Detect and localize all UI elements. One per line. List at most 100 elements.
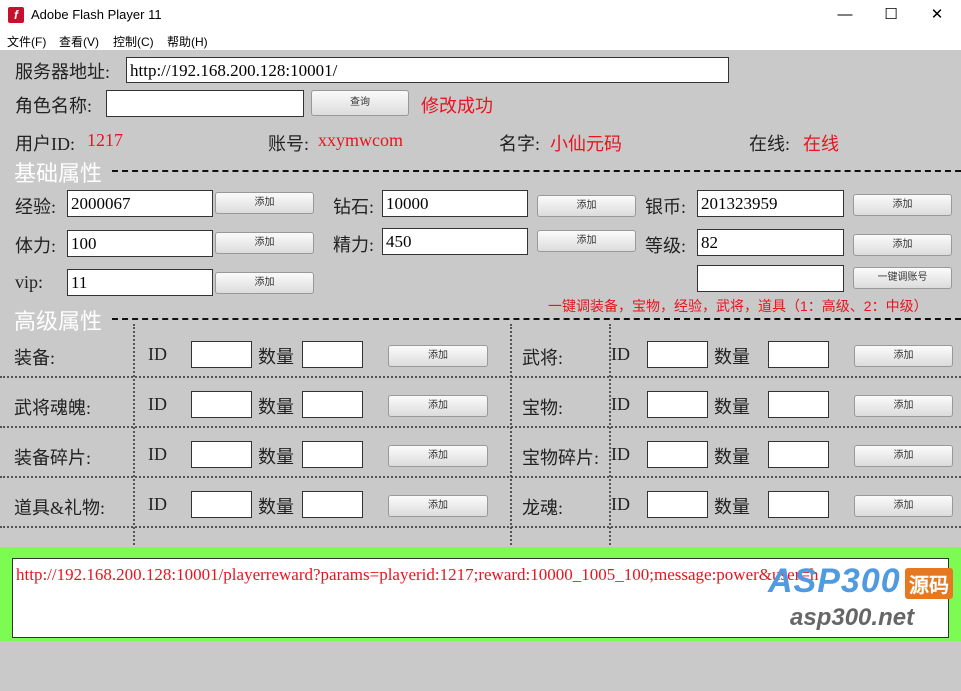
exp-label: 经验:: [15, 197, 57, 217]
menu-bar: 文件(F) 查看(V) 控制(C) 帮助(H): [0, 30, 961, 50]
vip-add-button[interactable]: 添加: [215, 272, 314, 294]
silver-input[interactable]: 201323959: [697, 190, 844, 217]
equipment-fragment-qty-input[interactable]: [302, 441, 363, 468]
exp-add-button[interactable]: 添加: [215, 192, 314, 214]
silver-label: 银币:: [645, 197, 687, 217]
treasure-qty-input[interactable]: [768, 391, 829, 418]
item-gift-id-input[interactable]: [191, 491, 252, 518]
general-add-button[interactable]: 添加: [854, 345, 953, 367]
quantity-label: 数量: [714, 347, 750, 367]
general-label: 武将:: [522, 348, 564, 368]
watermark-logo: ASP300: [768, 562, 901, 600]
menu-view[interactable]: 查看(V): [59, 33, 99, 50]
basic-section-divider: [112, 170, 961, 172]
item-gift-add-button[interactable]: 添加: [388, 495, 488, 517]
user-id-value: 1217: [87, 130, 123, 150]
energy-add-button[interactable]: 添加: [537, 230, 636, 252]
treasure-fragment-label: 宝物碎片:: [522, 448, 600, 468]
id-label: ID: [611, 494, 630, 514]
menu-help[interactable]: 帮助(H): [167, 33, 208, 50]
exp-input[interactable]: 2000067: [67, 190, 213, 217]
server-label: 服务器地址:: [15, 62, 111, 82]
diamond-label: 钻石:: [333, 197, 375, 217]
silver-add-button[interactable]: 添加: [853, 194, 952, 216]
query-button[interactable]: 查询: [311, 90, 409, 116]
flash-icon: f: [8, 7, 24, 23]
level-input[interactable]: 82: [697, 229, 844, 256]
general-soul-qty-input[interactable]: [302, 391, 363, 418]
role-name-label: 角色名称:: [15, 96, 93, 116]
diamond-add-button[interactable]: 添加: [537, 195, 636, 217]
equipment-fragment-id-input[interactable]: [191, 441, 252, 468]
general-id-input[interactable]: [647, 341, 708, 368]
energy-input[interactable]: 450: [382, 228, 528, 255]
energy-label: 精力:: [333, 235, 375, 255]
window-title: Adobe Flash Player 11: [31, 7, 162, 22]
general-soul-label: 武将魂魄:: [14, 398, 92, 418]
link-address-title: 链接地址: [14, 583, 103, 608]
grid-line: [133, 324, 135, 580]
quantity-label: 数量: [714, 447, 750, 467]
stamina-input[interactable]: 100: [67, 230, 213, 257]
equipment-add-button[interactable]: 添加: [388, 345, 488, 367]
online-value: 在线: [803, 134, 839, 154]
quantity-label: 数量: [714, 397, 750, 417]
equipment-qty-input[interactable]: [302, 341, 363, 368]
quantity-label: 数量: [258, 447, 294, 467]
watermark-url: asp300.net: [790, 604, 915, 631]
vip-input[interactable]: 11: [67, 269, 213, 296]
stamina-add-button[interactable]: 添加: [215, 232, 314, 254]
treasure-add-button[interactable]: 添加: [854, 395, 953, 417]
id-label: ID: [611, 444, 630, 464]
minimize-icon[interactable]: —: [822, 0, 868, 30]
role-name-input[interactable]: [106, 90, 304, 117]
online-label: 在线:: [749, 134, 791, 154]
equipment-fragment-label: 装备碎片:: [14, 448, 92, 468]
one-click-account-button[interactable]: 一键调账号: [853, 267, 952, 289]
menu-file[interactable]: 文件(F): [7, 33, 46, 50]
level-add-button[interactable]: 添加: [853, 234, 952, 256]
id-label: ID: [611, 344, 630, 364]
dragon-soul-id-input[interactable]: [647, 491, 708, 518]
menu-control[interactable]: 控制(C): [113, 33, 154, 50]
general-qty-input[interactable]: [768, 341, 829, 368]
dragon-soul-add-button[interactable]: 添加: [854, 495, 953, 517]
treasure-fragment-add-button[interactable]: 添加: [854, 445, 953, 467]
quantity-label: 数量: [714, 497, 750, 517]
grid-line: [510, 324, 512, 580]
grid-line: [0, 376, 961, 378]
equipment-label: 装备:: [14, 348, 56, 368]
advanced-attributes-title: 高级属性: [14, 309, 103, 334]
equipment-id-input[interactable]: [191, 341, 252, 368]
treasure-fragment-id-input[interactable]: [647, 441, 708, 468]
dragon-soul-label: 龙魂:: [522, 498, 564, 518]
one-click-input[interactable]: [697, 265, 844, 292]
id-label: ID: [148, 444, 167, 464]
general-soul-id-input[interactable]: [191, 391, 252, 418]
server-address-input[interactable]: http://192.168.200.128:10001/: [126, 57, 729, 83]
close-icon[interactable]: ✕: [914, 0, 960, 30]
grid-line: [0, 476, 961, 478]
treasure-label: 宝物:: [522, 398, 564, 418]
treasure-id-input[interactable]: [647, 391, 708, 418]
diamond-input[interactable]: 10000: [382, 190, 528, 217]
dragon-soul-qty-input[interactable]: [768, 491, 829, 518]
item-gift-qty-input[interactable]: [302, 491, 363, 518]
advanced-section-divider: [112, 318, 961, 320]
id-label: ID: [148, 394, 167, 414]
grid-line: [0, 426, 961, 428]
user-id-label: 用户ID:: [15, 134, 75, 154]
general-soul-add-button[interactable]: 添加: [388, 395, 488, 417]
quantity-label: 数量: [258, 397, 294, 417]
treasure-fragment-qty-input[interactable]: [768, 441, 829, 468]
name-value: 小仙元码: [550, 134, 622, 154]
equipment-fragment-add-button[interactable]: 添加: [388, 445, 488, 467]
id-label: ID: [148, 494, 167, 514]
watermark-badge: 源码: [905, 568, 953, 599]
grid-line: [0, 526, 961, 528]
maximize-icon[interactable]: ☐: [868, 0, 914, 30]
id-label: ID: [611, 394, 630, 414]
account-label: 账号:: [268, 134, 310, 154]
name-label: 名字:: [499, 134, 541, 154]
title-bar: f Adobe Flash Player 11 — ☐ ✕: [0, 0, 961, 30]
